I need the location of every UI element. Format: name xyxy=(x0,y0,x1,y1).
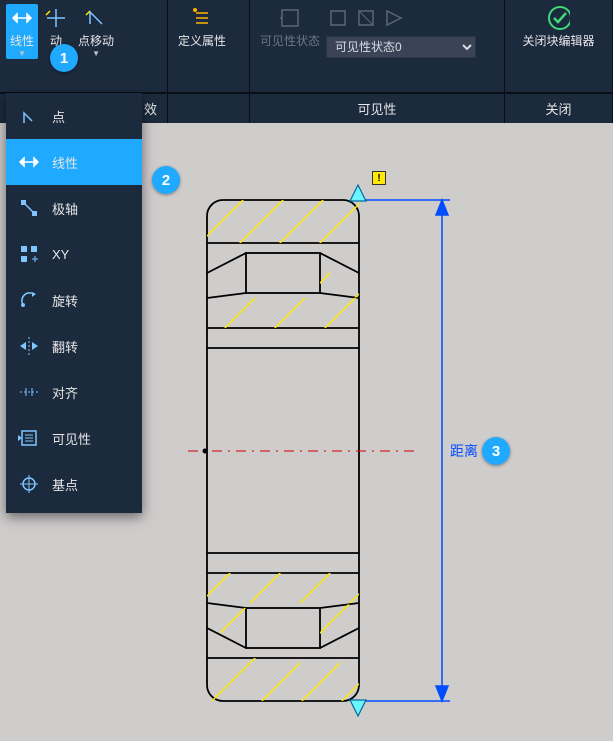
ribbon-panel-title-close xyxy=(505,92,612,93)
param-dropdown-menu: 点 线性 极轴 XY 旋转 翻转 对齐 可见性 基点 xyxy=(6,93,142,513)
dropdown-item-label: 翻转 xyxy=(52,337,78,356)
visibility-tool1-icon[interactable] xyxy=(326,6,350,30)
visibility-state-combo[interactable]: 可见性状态0 xyxy=(326,36,476,58)
ribbon2-cell-2 xyxy=(168,94,250,123)
check-circle-icon xyxy=(546,6,570,30)
ribbon-bar: 线性 ▼ 动 ▼ 点移动 ▼ xyxy=(0,0,613,93)
visibility-tool2-icon[interactable] xyxy=(354,6,378,30)
align-icon xyxy=(16,379,42,405)
ribbon-panel-visibility: 可见性状态 ▼ 可见性状态0 xyxy=(250,0,505,93)
visibility-tool3-icon[interactable] xyxy=(382,6,406,30)
visibility-state-label: 可见性状态 xyxy=(260,32,320,49)
basepoint-icon xyxy=(16,471,42,497)
dropdown-item-label: 可见性 xyxy=(52,429,91,448)
point-move-button[interactable]: 点移动 ▼ xyxy=(74,4,118,59)
dropdown-item-rotate[interactable]: 旋转 xyxy=(6,277,142,323)
dropdown-item-visibility[interactable]: 可见性 xyxy=(6,415,142,461)
point-icon xyxy=(16,103,42,129)
dropdown-item-polar[interactable]: 极轴 xyxy=(6,185,142,231)
visibility-state-icon xyxy=(278,6,302,30)
callout-3: 3 xyxy=(482,437,510,465)
xy-icon xyxy=(16,241,42,267)
dropdown-item-xy[interactable]: XY xyxy=(6,231,142,277)
point-move-label: 点移动 xyxy=(78,32,114,49)
ribbon2-cell-4: 关闭 xyxy=(505,94,613,123)
warning-marker[interactable]: ! xyxy=(372,171,386,185)
dropdown-item-point[interactable]: 点 xyxy=(6,93,142,139)
linear-param-label: 线性 xyxy=(10,32,34,49)
move-icon xyxy=(44,6,68,30)
visibility-state-button[interactable]: 可见性状态 ▼ xyxy=(256,4,324,59)
flip-icon xyxy=(16,333,42,359)
dropdown-item-label: 点 xyxy=(52,107,65,126)
define-attr-label: 定义属性 xyxy=(178,32,226,49)
close-block-editor-button[interactable]: 关闭块编辑器 ▼ xyxy=(518,4,598,59)
callout-1: 1 xyxy=(50,44,78,72)
ribbon-panel-title-vis xyxy=(250,92,504,93)
dropdown-item-align[interactable]: 对齐 xyxy=(6,369,142,415)
linear-param-button[interactable]: 线性 ▼ xyxy=(6,4,38,59)
dropdown-item-label: XY xyxy=(52,247,69,262)
linear-icon xyxy=(16,149,42,175)
define-attr-button[interactable]: 定义属性 ▼ xyxy=(174,4,230,59)
linear-icon xyxy=(10,6,34,30)
rotate-icon xyxy=(16,287,42,313)
dropdown-item-label: 极轴 xyxy=(52,199,78,218)
dimension-label: 距离 xyxy=(450,441,478,461)
ribbon2-cell-3: 可见性 xyxy=(250,94,505,123)
ribbon-panel-title-attr xyxy=(168,92,249,93)
dropdown-item-label: 旋转 xyxy=(52,291,78,310)
ribbon-panel-attr: 定义属性 ▼ xyxy=(168,0,250,93)
callout-2: 2 xyxy=(152,166,180,194)
ribbon-panel-close: 关闭块编辑器 ▼ xyxy=(505,0,613,93)
ribbon-panel-params: 线性 ▼ 动 ▼ 点移动 ▼ xyxy=(0,0,168,93)
polar-icon xyxy=(16,195,42,221)
attr-list-icon xyxy=(190,6,214,30)
dropdown-item-basepoint[interactable]: 基点 xyxy=(6,461,142,507)
close-block-editor-label: 关闭块编辑器 xyxy=(522,32,594,49)
point-move-icon xyxy=(84,6,108,30)
dropdown-item-label: 对齐 xyxy=(52,383,78,402)
dropdown-arrow-icon: ▼ xyxy=(18,51,26,57)
list-icon xyxy=(16,425,42,451)
dropdown-arrow-icon: ▼ xyxy=(92,51,100,57)
dropdown-item-label: 基点 xyxy=(52,475,78,494)
dropdown-item-label: 线性 xyxy=(52,153,78,172)
dropdown-item-linear[interactable]: 线性 xyxy=(6,139,142,185)
dropdown-item-flip[interactable]: 翻转 xyxy=(6,323,142,369)
